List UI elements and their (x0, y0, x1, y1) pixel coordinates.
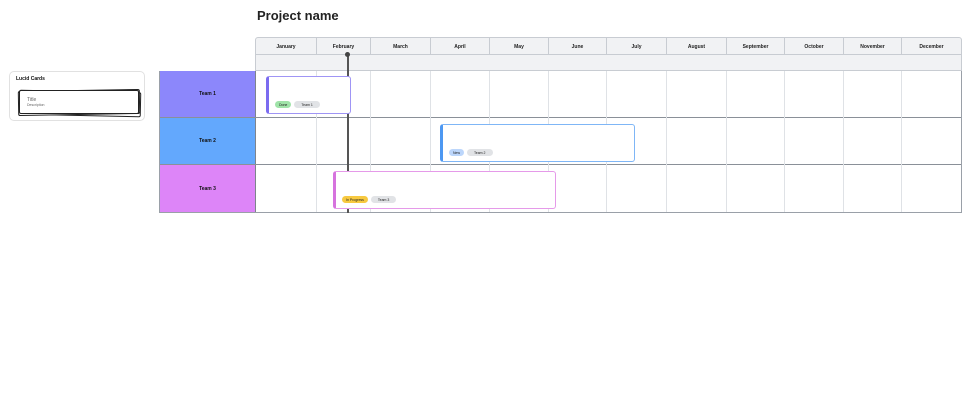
team-label[interactable]: Team 3 (160, 165, 256, 212)
month-header: March (370, 38, 430, 55)
team-badge: Team 1 (294, 101, 320, 108)
status-badge: Done (275, 101, 292, 108)
status-badge: In Progress (342, 196, 368, 203)
month-gridline (666, 71, 667, 212)
lucid-cards-panel-title: Lucid Cards (16, 76, 45, 82)
task-tags: Done Team 1 (275, 101, 320, 108)
month-gridline (843, 71, 844, 212)
month-header: December (901, 38, 961, 55)
month-header: May (489, 38, 548, 55)
team-badge: Team 2 (467, 149, 493, 156)
month-header: June (548, 38, 606, 55)
month-header: October (784, 38, 843, 55)
month-gridline (784, 71, 785, 212)
lucid-card-template[interactable]: Title Description (17, 88, 142, 118)
month-gridline (726, 71, 727, 212)
task-card[interactable]: Done Team 1 (266, 76, 351, 114)
month-header: April (430, 38, 489, 55)
team-label[interactable]: Team 2 (160, 118, 256, 164)
month-header: September (726, 38, 784, 55)
status-badge: New (449, 149, 465, 156)
month-header-row: January February March April May June Ju… (256, 38, 961, 55)
month-header: November (843, 38, 901, 55)
task-tags: In Progress Team 3 (342, 196, 397, 203)
month-header: July (606, 38, 666, 55)
month-header: February (316, 38, 370, 55)
month-header: January (276, 43, 296, 50)
timeline-header: January February March April May June Ju… (255, 37, 962, 71)
task-card[interactable]: In Progress Team 3 (333, 171, 556, 209)
card-stack-front: Title Description (19, 90, 139, 114)
month-header: August (666, 38, 726, 55)
team-badge: Team 3 (370, 196, 397, 203)
team-label[interactable]: Team 1 (160, 71, 256, 117)
card-description: Description (27, 103, 45, 107)
task-card[interactable]: New Team 2 (440, 124, 635, 162)
task-tags: New Team 2 (449, 149, 493, 156)
swimlane-row: Team 3 (160, 165, 961, 212)
lucid-cards-panel: Lucid Cards Title Description (9, 71, 145, 121)
today-marker-handle[interactable] (345, 52, 350, 57)
project-title: Project name (257, 8, 339, 23)
month-gridline (901, 71, 902, 212)
